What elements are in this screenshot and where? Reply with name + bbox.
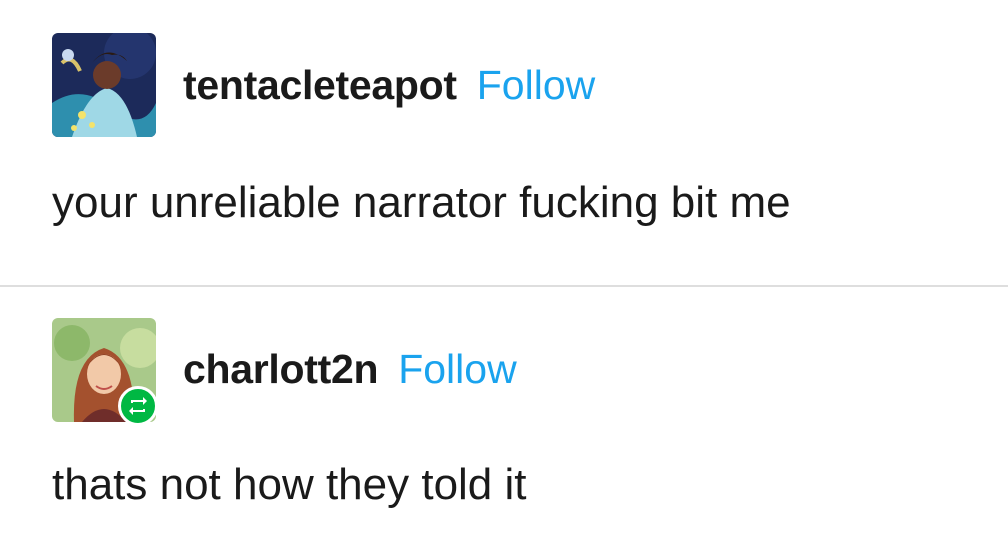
follow-button[interactable]: Follow	[398, 346, 516, 393]
post-text: thats not how they told it	[52, 460, 527, 509]
reblog-badge	[118, 386, 158, 426]
post-header: charlott2n Follow	[183, 346, 517, 393]
divider	[0, 285, 1008, 287]
username[interactable]: tentacleteapot	[183, 62, 457, 109]
avatar[interactable]	[52, 33, 156, 137]
post-text: your unreliable narrator fucking bit me	[52, 178, 791, 227]
post: tentacleteapot Follow your unreliable na…	[0, 0, 1008, 286]
avatar-image	[52, 33, 156, 137]
username[interactable]: charlott2n	[183, 346, 379, 393]
post: charlott2n Follow thats not how they tol…	[0, 288, 1008, 550]
post-header: tentacleteapot Follow	[183, 62, 595, 109]
reblog-icon	[129, 397, 147, 415]
follow-button[interactable]: Follow	[477, 62, 595, 109]
